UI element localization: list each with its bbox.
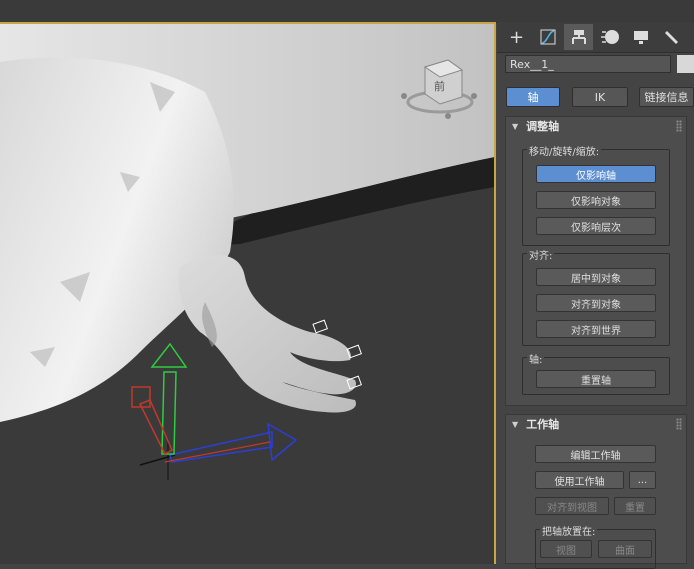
alignment-label: 对齐: [527,247,555,262]
affect-hierarchy-only-button[interactable]: 仅影响层次 [536,217,656,235]
viewcube-face-label: 前 [434,80,445,93]
adjust-pivot-header[interactable]: ▼ 调整轴 [506,117,686,135]
pivot-label: 轴: [527,351,545,366]
viewport-scene [0,22,495,564]
top-toolbar [0,0,694,23]
rollout-drag-handle[interactable] [676,120,682,132]
command-panel: + Rex__1_ 轴 IK 链接信息 ▼ 调整轴 移动/旋转/缩放: 仅影响轴 [497,22,694,569]
working-pivot-options-button[interactable]: ... [629,471,656,489]
hierarchy-icon[interactable] [564,24,593,50]
working-pivot-title: 工作轴 [526,418,560,431]
use-working-pivot-button[interactable]: 使用工作轴 [535,471,624,489]
surface-button[interactable]: 曲面 [598,540,652,558]
rollout-drag-handle[interactable] [676,418,682,430]
active-viewport-border [494,22,496,564]
object-color-swatch[interactable] [677,55,694,73]
align-to-view-button[interactable]: 对齐到视图 [535,497,609,515]
working-pivot-header[interactable]: ▼ 工作轴 [506,415,686,433]
working-pivot-rollout: ▼ 工作轴 编辑工作轴 使用工作轴 ... 对齐到视图 重置 把轴放置在: 视图… [505,414,687,569]
place-pivot-label: 把轴放置在: [540,523,598,538]
place-pivot-group: 把轴放置在: 视图 曲面 [535,523,656,569]
object-name-field[interactable]: Rex__1_ [505,55,671,73]
align-to-world-button[interactable]: 对齐到世界 [536,320,656,338]
create-plus-icon[interactable]: + [502,24,531,50]
display-monitor-icon[interactable] [626,24,655,50]
alignment-group: 对齐: 居中到对象 对齐到对象 对齐到世界 [522,247,670,346]
align-to-object-button[interactable]: 对齐到对象 [536,294,656,312]
affect-pivot-only-button[interactable]: 仅影响轴 [536,165,656,183]
pivot-tab[interactable]: 轴 [506,87,560,107]
collapse-arrow-icon: ▼ [512,121,519,131]
command-panel-tabs: + [497,22,694,53]
edit-working-pivot-button[interactable]: 编辑工作轴 [535,445,656,463]
reset-pivot-button[interactable]: 重置轴 [536,370,656,388]
pivot-group: 轴: 重置轴 [522,351,670,395]
motion-icon[interactable] [595,24,624,50]
active-viewport-border-top [0,22,496,24]
reset-working-pivot-button[interactable]: 重置 [614,497,656,515]
adjust-pivot-title: 调整轴 [526,120,560,133]
move-rotate-scale-label: 移动/旋转/缩放: [527,143,602,158]
view-button[interactable]: 视图 [540,540,592,558]
affect-object-only-button[interactable]: 仅影响对象 [536,191,656,209]
utilities-wrench-icon[interactable] [657,24,686,50]
collapse-arrow-icon: ▼ [512,419,519,429]
center-to-object-button[interactable]: 居中到对象 [536,268,656,286]
move-rotate-scale-group: 移动/旋转/缩放: 仅影响轴 仅影响对象 仅影响层次 [522,143,670,246]
link-info-tab[interactable]: 链接信息 [639,87,694,107]
ik-tab[interactable]: IK [572,87,628,107]
viewport[interactable]: 前 [0,22,495,564]
modify-curve-icon[interactable] [533,24,562,50]
adjust-pivot-rollout: ▼ 调整轴 移动/旋转/缩放: 仅影响轴 仅影响对象 仅影响层次 对齐: 居中到… [505,116,687,406]
